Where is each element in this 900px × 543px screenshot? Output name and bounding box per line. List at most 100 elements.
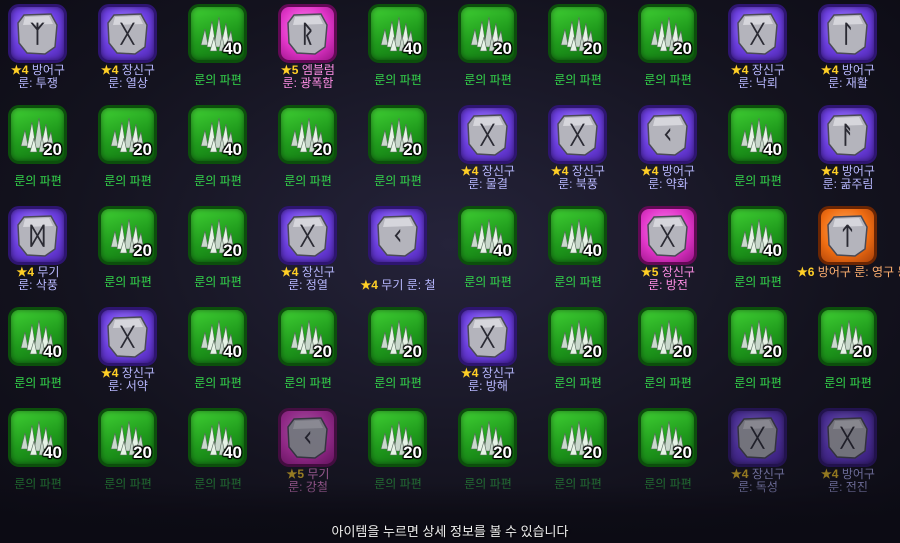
rune-item-slot[interactable]: ᚷ ★4 장신구 룬: 북풍 [543, 105, 633, 206]
shard-item-slot[interactable]: 20 룬의 파편 [453, 4, 543, 105]
shard-tile[interactable]: 20 [98, 408, 157, 467]
rune-tile[interactable]: ᚷ [548, 105, 607, 164]
shard-item-slot[interactable]: 20 룬의 파편 [93, 206, 183, 307]
shard-item-slot[interactable]: 40 룬의 파편 [363, 4, 453, 105]
shard-item-slot[interactable]: 20 룬의 파편 [543, 307, 633, 408]
shard-item-slot[interactable]: 20 룬의 파편 [273, 105, 363, 206]
shard-tile[interactable]: 40 [8, 408, 67, 467]
rune-tile[interactable]: ᚷ [98, 4, 157, 63]
rune-tile[interactable]: ᚱ [278, 4, 337, 63]
shard-tile[interactable]: 40 [728, 206, 787, 265]
rune-tile[interactable]: ᚷ [98, 307, 157, 366]
shard-tile[interactable]: 20 [368, 307, 427, 366]
shard-item-slot[interactable]: 20 룬의 파편 [93, 408, 183, 509]
shard-tile[interactable]: 40 [188, 307, 247, 366]
rune-item-slot[interactable]: ᚲ ★4 무기 룬: 철 [361, 206, 453, 307]
rune-tile[interactable]: ᚷ [638, 206, 697, 265]
shard-tile[interactable]: 20 [548, 408, 607, 467]
rune-item-slot[interactable]: ᚷ ★4 방어구 룬: 전진 [813, 408, 900, 509]
shard-item-slot[interactable]: 40 룬의 파편 [183, 105, 273, 206]
rune-item-slot[interactable]: ᚱ ★5 엠블럼 룬: 광폭함 [273, 4, 363, 105]
shard-tile[interactable]: 20 [368, 408, 427, 467]
shard-item-slot[interactable]: 20 룬의 파편 [3, 105, 93, 206]
shard-tile[interactable]: 20 [818, 307, 877, 366]
rune-item-slot[interactable]: ᚷ ★4 장신구 룬: 방해 [453, 307, 543, 408]
rune-item-slot[interactable]: ᚷ ★4 장신구 룬: 서약 [93, 307, 183, 408]
rune-item-slot[interactable]: ᚷ ★5 장신구 룬: 방전 [633, 206, 723, 307]
shard-item-slot[interactable]: 20 룬의 파편 [633, 307, 723, 408]
shard-tile[interactable]: 20 [98, 105, 157, 164]
rune-item-slot[interactable]: ᚷ ★4 장신구 룬: 물결 [453, 105, 543, 206]
rune-tile[interactable]: ᚲ [278, 408, 337, 467]
shard-tile[interactable]: 20 [728, 307, 787, 366]
shard-item-slot[interactable]: 20 룬의 파편 [633, 408, 723, 509]
rune-item-slot[interactable]: ᚷ ★4 장신구 룬: 낙뢰 [723, 4, 813, 105]
rune-tile[interactable]: ᚷ [818, 408, 877, 467]
shard-tile[interactable]: 40 [458, 206, 517, 265]
shard-tile[interactable]: 40 [188, 408, 247, 467]
shard-item-slot[interactable]: 20 룬의 파편 [543, 4, 633, 105]
shard-item-slot[interactable]: 40 룬의 파편 [723, 206, 813, 307]
rune-tile[interactable]: ᚲ [368, 206, 427, 265]
shard-tile[interactable]: 20 [98, 206, 157, 265]
shard-item-slot[interactable]: 40 룬의 파편 [3, 307, 93, 408]
shard-tile[interactable]: 40 [548, 206, 607, 265]
shard-item-slot[interactable]: 20 룬의 파편 [363, 105, 453, 206]
shard-item-slot[interactable]: 20 룬의 파편 [273, 307, 363, 408]
rune-item-slot[interactable]: ᛚ ★4 방어구 룬: 재활 [813, 4, 900, 105]
shard-tile[interactable]: 20 [278, 307, 337, 366]
rune-tile[interactable]: ᚷ [278, 206, 337, 265]
rune-item-slot[interactable]: ᛉ ★4 방어구 룬: 투쟁 [3, 4, 93, 105]
rune-item-slot[interactable]: ᚷ ★4 장신구 룬: 열상 [93, 4, 183, 105]
rune-tile[interactable]: ᛞ [8, 206, 67, 265]
shard-tile[interactable]: 20 [458, 408, 517, 467]
rune-tile[interactable]: ᛚ [818, 4, 877, 63]
rune-item-slot[interactable]: ᚲ ★5 무기 룬: 강철 [273, 408, 363, 509]
shard-tile[interactable]: 40 [8, 307, 67, 366]
shard-item-slot[interactable]: 20 룬의 파편 [723, 307, 813, 408]
rune-tile[interactable]: ᚷ [728, 408, 787, 467]
shard-item-slot[interactable]: 20 룬의 파편 [543, 408, 633, 509]
shard-item-slot[interactable]: 40 룬의 파편 [543, 206, 633, 307]
rune-tile[interactable]: ᚷ [458, 307, 517, 366]
shard-tile[interactable]: 20 [638, 307, 697, 366]
shard-tile[interactable]: 20 [548, 307, 607, 366]
rune-tile[interactable]: ᚲ [638, 105, 697, 164]
shard-item-slot[interactable]: 40 룬의 파편 [3, 408, 93, 509]
rune-name: 룬: 굶주림 [822, 177, 874, 191]
rune-item-slot[interactable]: ᛞ ★4 무기 룬: 삭풍 [3, 206, 93, 307]
shard-item-slot[interactable]: 40 룬의 파편 [183, 408, 273, 509]
shard-tile[interactable]: 20 [548, 4, 607, 63]
shard-tile[interactable]: 20 [638, 408, 697, 467]
shard-item-slot[interactable]: 20 룬의 파편 [363, 408, 453, 509]
shard-tile[interactable]: 40 [368, 4, 427, 63]
shard-tile[interactable]: 20 [278, 105, 337, 164]
shard-item-slot[interactable]: 20 룬의 파편 [183, 206, 273, 307]
shard-tile[interactable]: 40 [188, 4, 247, 63]
shard-item-slot[interactable]: 40 룬의 파편 [183, 4, 273, 105]
shard-item-slot[interactable]: 20 룬의 파편 [363, 307, 453, 408]
shard-tile[interactable]: 20 [188, 206, 247, 265]
rune-item-slot[interactable]: ᛏ ★6 방어구 룬: 영구 동토 [797, 206, 900, 307]
shard-item-slot[interactable]: 20 룬의 파편 [633, 4, 723, 105]
rune-item-slot[interactable]: ᚲ ★4 방어구 룬: 약화 [633, 105, 723, 206]
shard-tile[interactable]: 20 [638, 4, 697, 63]
shard-item-slot[interactable]: 20 룬의 파편 [813, 307, 900, 408]
rune-tile[interactable]: ᚨ [818, 105, 877, 164]
rune-tile[interactable]: ᚷ [728, 4, 787, 63]
shard-tile[interactable]: 40 [188, 105, 247, 164]
shard-item-slot[interactable]: 40 룬의 파편 [183, 307, 273, 408]
shard-tile[interactable]: 20 [368, 105, 427, 164]
shard-tile[interactable]: 20 [8, 105, 67, 164]
shard-item-slot[interactable]: 40 룬의 파편 [723, 105, 813, 206]
shard-item-slot[interactable]: 20 룬의 파편 [93, 105, 183, 206]
rune-tile[interactable]: ᚷ [458, 105, 517, 164]
rune-item-slot[interactable]: ᚨ ★4 방어구 룬: 굶주림 [813, 105, 900, 206]
rune-tile[interactable]: ᛉ [8, 4, 67, 63]
rune-tile[interactable]: ᛏ [818, 206, 877, 265]
shard-item-slot[interactable]: 40 룬의 파편 [453, 206, 543, 307]
shard-item-slot[interactable]: 20 룬의 파편 [453, 408, 543, 509]
shard-tile[interactable]: 20 [458, 4, 517, 63]
rune-item-slot[interactable]: ᚷ ★4 장신구 룬: 독성 [723, 408, 813, 509]
shard-tile[interactable]: 40 [728, 105, 787, 164]
